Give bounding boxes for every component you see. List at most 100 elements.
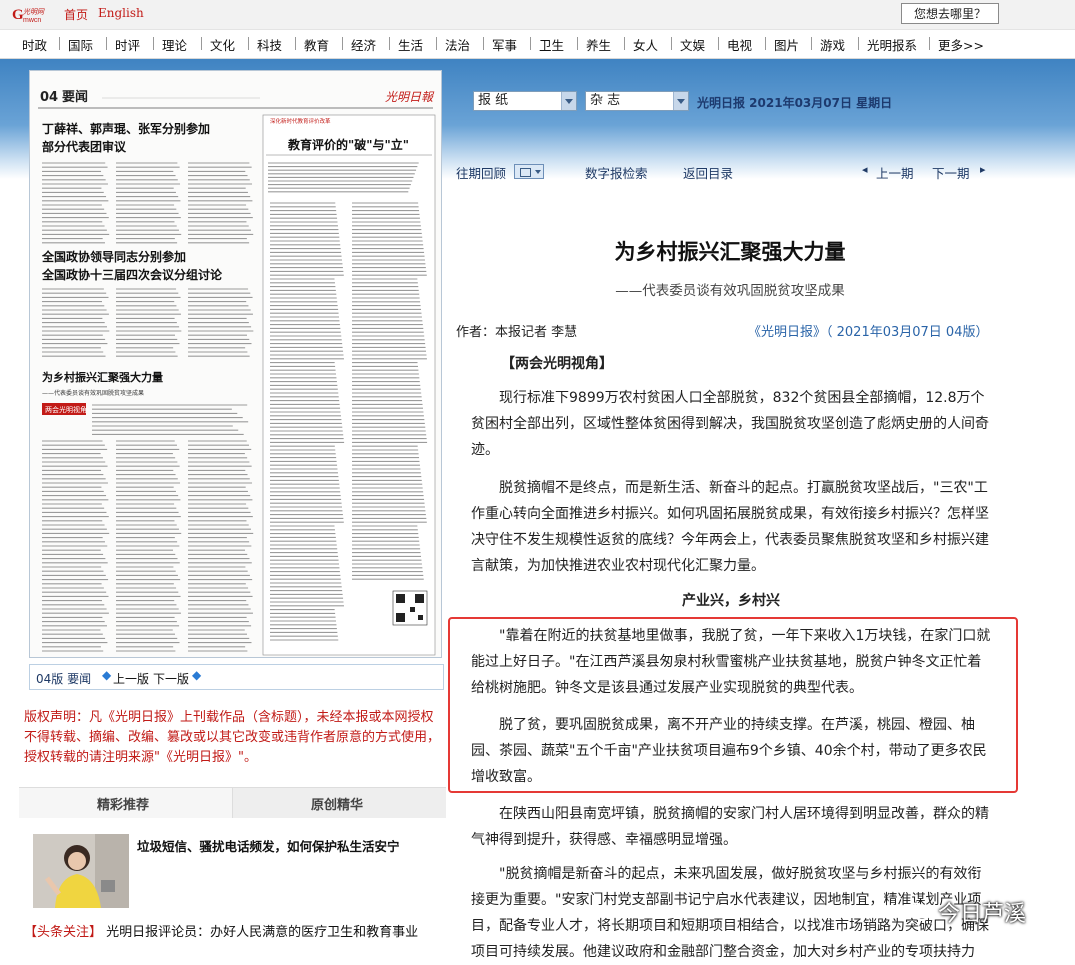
nav-divider: [624, 37, 625, 50]
back-index-link[interactable]: 返回目录: [683, 163, 733, 182]
nav-divider: [530, 37, 531, 50]
newspaper-page-render: 04 要闻 光明日報 丁薛祥、郭声琨、张军分别参加 部分代表团审议 全国政协领导…: [30, 71, 441, 657]
nav-divider: [718, 37, 719, 50]
paper-banner-label: 深化新时代教育评价改革: [270, 117, 331, 125]
newspaper-page-image[interactable]: 04 要闻 光明日報 丁薛祥、郭声琨、张军分别参加 部分代表团审议 全国政协领导…: [29, 70, 442, 658]
paper-select-value: 报 纸: [478, 93, 509, 108]
prev-page-link[interactable]: 上一版: [113, 670, 149, 687]
nav-item[interactable]: 养生: [586, 35, 611, 54]
past-issues-link[interactable]: 往期回顾: [456, 163, 506, 182]
nav-item[interactable]: 文娱: [680, 35, 705, 54]
nav-item[interactable]: 经济: [351, 35, 376, 54]
nav-item[interactable]: 光明报系: [867, 35, 917, 54]
english-link[interactable]: English: [98, 6, 144, 20]
magazine-select-value: 杂 志: [590, 93, 621, 108]
next-issue-link[interactable]: 下一期: [932, 163, 970, 182]
gmw-logo[interactable]: G 光明网 mwcn: [12, 5, 58, 23]
paper-section-tag: 两会光明视角: [45, 405, 87, 414]
highlight-box: [448, 617, 1018, 793]
calendar-icon[interactable]: [514, 164, 544, 179]
recommend-item-title[interactable]: 垃圾短信、骚扰电话频发，如何保护私生活安宁: [137, 836, 400, 855]
paper-select[interactable]: 报 纸: [473, 91, 577, 111]
nav-divider: [389, 37, 390, 50]
main-nav: 时政 国际 时评 理论 文化 科技 教育 经济 生活 法治 军事 卫生 养生 女人 文娱 电视 图片 游戏 光明报系…: [0, 30, 1075, 59]
svg-text:光明网: 光明网: [23, 8, 45, 16]
nav-item[interactable]: 军事: [492, 35, 517, 54]
paper-headline-1b: 部分代表团审议: [42, 139, 127, 154]
paper-headline-2a: 全国政协领导同志分别参加: [41, 249, 186, 264]
nav-divider: [765, 37, 766, 50]
magazine-select[interactable]: 杂 志: [585, 91, 689, 111]
nav-item[interactable]: 卫生: [539, 35, 564, 54]
nav-divider: [671, 37, 672, 50]
issue-date: 光明日报 2021年03月07日 星期日: [697, 96, 893, 110]
svg-text:光明日報: 光明日報: [385, 90, 435, 104]
nav-item[interactable]: 科技: [257, 35, 282, 54]
next-page-icon[interactable]: ◆: [192, 668, 201, 682]
nav-item[interactable]: 电视: [727, 35, 752, 54]
nav-divider: [201, 37, 202, 50]
nav-item[interactable]: 女人: [633, 35, 658, 54]
nav-divider: [295, 37, 296, 50]
page-label: 04版 要闻: [36, 672, 92, 686]
paper-headline-3: 为乡村振兴汇聚强大力量: [42, 370, 163, 384]
nav-item[interactable]: 生活: [398, 35, 423, 54]
chevron-down-icon: [673, 92, 688, 110]
chevron-down-icon: [561, 92, 576, 110]
nav-item[interactable]: 时政: [22, 35, 47, 54]
article-subtitle: ——代表委员谈有效巩固脱贫攻坚成果: [615, 283, 845, 299]
nav-divider: [248, 37, 249, 50]
recommend-thumbnail[interactable]: [33, 834, 129, 908]
article-byline: 作者：本报记者 李慧: [456, 325, 578, 340]
nav-divider: [106, 37, 107, 50]
nav-item[interactable]: 理论: [162, 35, 187, 54]
nav-divider: [929, 37, 930, 50]
nav-divider: [577, 37, 578, 50]
nav-item[interactable]: 更多>>: [938, 35, 984, 54]
prev-issue-link[interactable]: 上一期: [876, 163, 914, 182]
article-paragraph: 脱贫摘帽不是终点，而是新生活、新奋斗的起点。打赢脱贫攻坚战后，"三农"工作重心转…: [471, 480, 989, 574]
prev-arrow-icon[interactable]: ◂: [862, 163, 868, 176]
nav-item[interactable]: 国际: [68, 35, 93, 54]
headline-row[interactable]: 【头条关注】 光明日报评论员：办好人民满意的医疗卫生和教育事业: [24, 921, 418, 940]
recommend-tabs: 精彩推荐 原创精华: [19, 787, 446, 818]
page-navigation-bar: 04版 要闻 ◆ 上一版 下一版 ◆: [29, 664, 444, 690]
nav-item[interactable]: 教育: [304, 35, 329, 54]
prev-page-icon[interactable]: ◆: [102, 668, 111, 682]
paper-headline-3-sub: ——代表委员谈有效巩固脱贫攻坚成果: [42, 389, 144, 397]
article-paragraph: 现行标准下9899万农村贫困人口全部脱贫，832个贫困县全部摘帽，12.8万个贫…: [471, 390, 989, 458]
watermark-text: 今日芦溪: [938, 902, 1027, 927]
paper-headline-1a: 丁薛祥、郭声琨、张军分别参加: [42, 121, 210, 136]
article-paragraph: 在陕西山阳县南宽坪镇，脱贫摘帽的安家门村人居环境得到明显改善，群众的精气神得到提…: [471, 806, 989, 848]
copyright-notice: 版权声明：凡《光明日报》上刊载作品（含标题），未经本报或本网授权不得转载、摘编、…: [24, 710, 441, 765]
tab-original[interactable]: 原创精华: [311, 794, 363, 813]
digital-search-link[interactable]: 数字报检索: [585, 163, 648, 182]
page-name: 要闻: [62, 90, 88, 105]
nav-divider: [436, 37, 437, 50]
wechat-icon: [906, 902, 930, 921]
nav-divider: [342, 37, 343, 50]
nav-divider: [811, 37, 812, 50]
home-link[interactable]: 首页: [64, 6, 88, 23]
nav-item[interactable]: 时评: [115, 35, 140, 54]
headline-tag: 【头条关注】: [24, 925, 103, 940]
headline-text[interactable]: 光明日报评论员：办好人民满意的医疗卫生和教育事业: [106, 925, 418, 940]
next-page-link[interactable]: 下一版: [153, 670, 189, 687]
nav-divider: [858, 37, 859, 50]
svg-text:mwcn: mwcn: [23, 17, 41, 23]
nav-divider: [59, 37, 60, 50]
article-section-title: 产业兴，乡村兴: [682, 593, 780, 609]
nav-item[interactable]: 游戏: [820, 35, 845, 54]
top-bar: G 光明网 mwcn 首页 English 您想去哪里？: [0, 0, 1075, 30]
tab-featured[interactable]: 精彩推荐: [97, 794, 149, 813]
paper-headline-2b: 全国政协十三届四次会议分组讨论: [41, 267, 223, 282]
nav-item[interactable]: 图片: [774, 35, 799, 54]
nav-item[interactable]: 文化: [210, 35, 235, 54]
search-box[interactable]: 您想去哪里？: [901, 3, 999, 24]
next-arrow-icon[interactable]: ▸: [980, 163, 986, 176]
nav-item[interactable]: 法治: [445, 35, 470, 54]
article-source[interactable]: 《光明日报》（ 2021年03月07日 04版）: [748, 321, 988, 340]
article-title: 为乡村振兴汇聚强大力量: [614, 240, 846, 264]
nav-divider: [153, 37, 154, 50]
article-tag: 【两会光明视角】: [501, 356, 613, 372]
